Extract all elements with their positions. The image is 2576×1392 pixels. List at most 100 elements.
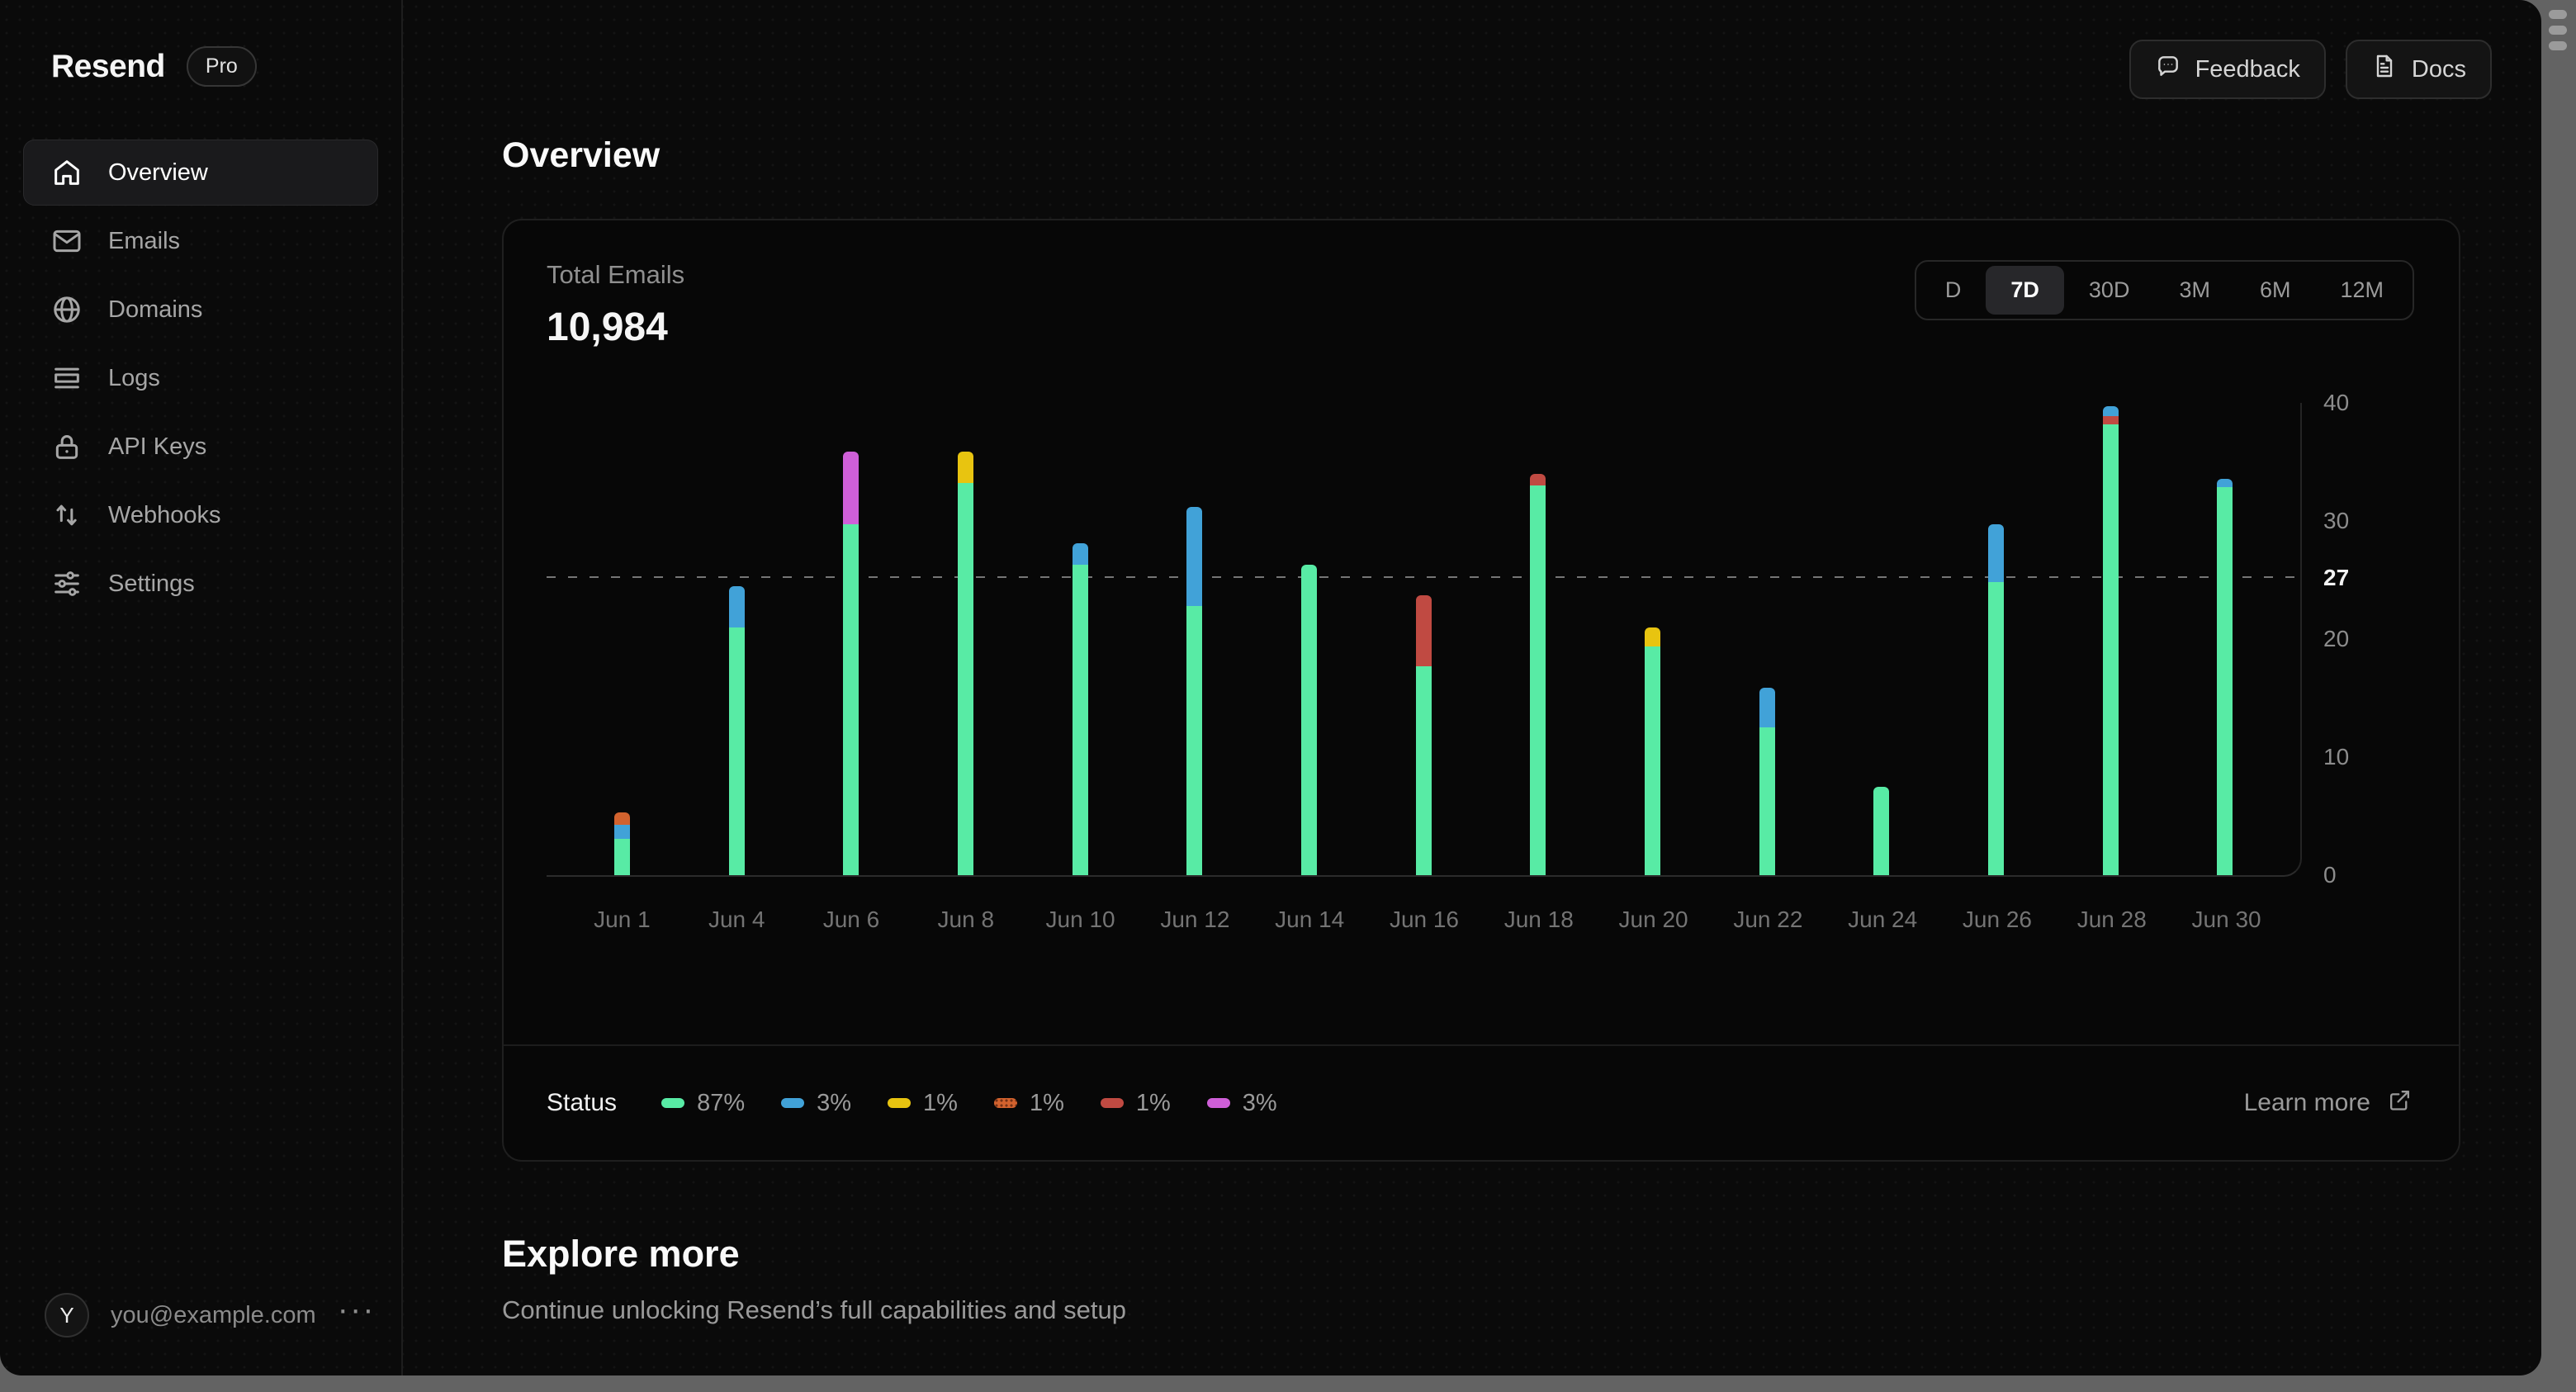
y-tick-label: 20 — [2323, 626, 2350, 651]
x-tick-label: Jun 6 — [822, 907, 880, 932]
x-axis: Jun 1 Jun 4 Jun 6 Jun 8 Jun 10 Jun 12 Jun 14 Ju… — [547, 907, 2302, 933]
app-window: Resend Pro Overview Emails Domains Logs API … — [0, 0, 2541, 1375]
legend-swatch-blue — [781, 1098, 805, 1108]
bar-segment-blue — [613, 824, 630, 839]
arrows-up-down-icon — [50, 499, 83, 532]
range-selector: D 7D 30D 3M 6M 12M — [1914, 260, 2414, 320]
legend-swatch-red — [1100, 1098, 1124, 1108]
brand-logo: Resend — [51, 48, 165, 84]
feedback-button[interactable]: Feedback — [2129, 40, 2326, 99]
metric-value: 10,984 — [547, 305, 668, 349]
legend-percent: 3% — [1242, 1089, 1277, 1116]
bar-jun-6[interactable] — [793, 403, 908, 875]
speech-bubble-icon — [2155, 53, 2181, 86]
docs-button[interactable]: Docs — [2345, 40, 2492, 99]
bar-jun-14[interactable] — [1252, 403, 1366, 875]
external-link-icon — [2387, 1087, 2413, 1120]
sidebar-item-logs[interactable]: Logs — [23, 345, 378, 411]
bar-jun-8[interactable] — [908, 403, 1023, 875]
bar-jun-1[interactable] — [565, 403, 680, 875]
y-tick-label: 10 — [2323, 744, 2350, 769]
bar-jun-28[interactable] — [2053, 403, 2168, 875]
bar-jun-26[interactable] — [1939, 403, 2053, 875]
bar-segment-green — [728, 627, 745, 875]
sliders-icon — [50, 567, 83, 600]
ellipsis-icon[interactable]: ··· — [338, 1293, 376, 1329]
mail-icon — [50, 225, 83, 258]
range-option-d[interactable]: D — [1920, 266, 1986, 315]
sidebar-item-domains[interactable]: Domains — [23, 277, 378, 343]
bar-segment-blue — [2217, 478, 2233, 487]
bar-jun-30[interactable] — [2167, 403, 2282, 875]
sidebar-item-label: Overview — [108, 159, 208, 186]
bar-segment-blue — [1072, 543, 1088, 565]
legend-percent: 1% — [1135, 1089, 1171, 1116]
legend-percent: 1% — [1029, 1089, 1064, 1116]
bar-segment-green — [1759, 727, 1775, 875]
range-option-12m[interactable]: 12M — [2315, 266, 2408, 315]
x-tick-label: Jun 22 — [1733, 907, 1803, 932]
bar-segment-blue — [1987, 524, 2004, 583]
range-option-3m[interactable]: 3M — [2154, 266, 2235, 315]
range-option-6m[interactable]: 6M — [2235, 266, 2316, 315]
topbar: Feedback Docs — [2129, 40, 2492, 99]
scrollbar-handle-dots[interactable] — [2549, 10, 2569, 50]
legend-swatch-green — [661, 1098, 685, 1108]
learn-more-link[interactable]: Learn more — [2244, 1087, 2413, 1120]
plan-badge: Pro — [186, 46, 257, 87]
card-footer: Status 87% 3% 1% 1% 1% 3% Learn more — [504, 1044, 2459, 1160]
bar-segment-yellow — [957, 451, 973, 484]
user-row[interactable]: Y you@example.com ··· — [23, 1293, 378, 1338]
x-tick-label: Jun 30 — [2191, 907, 2261, 932]
legend-item-orange: 1% — [993, 1089, 1064, 1117]
bar-jun-16[interactable] — [1366, 403, 1481, 875]
brand: Resend Pro — [23, 46, 378, 87]
x-tick-label: Jun 14 — [1275, 907, 1345, 932]
x-tick-label: Jun 4 — [708, 907, 765, 932]
x-tick-label: Jun 16 — [1389, 907, 1460, 932]
sidebar: Resend Pro Overview Emails Domains Logs API … — [0, 0, 403, 1375]
sidebar-item-emails[interactable]: Emails — [23, 208, 378, 274]
metric-label: Total Emails — [547, 260, 685, 289]
sidebar-item-webhooks[interactable]: Webhooks — [23, 482, 378, 548]
metric-block: Total Emails 10,984 — [547, 260, 684, 350]
feedback-button-label: Feedback — [2195, 55, 2300, 83]
home-icon — [50, 156, 83, 189]
docs-button-label: Docs — [2411, 55, 2466, 83]
bar-jun-12[interactable] — [1137, 403, 1252, 875]
range-option-30d[interactable]: 30D — [2064, 266, 2155, 315]
explore-title: Explore more — [502, 1233, 740, 1275]
bar-jun-18[interactable] — [1480, 403, 1595, 875]
sidebar-nav: Overview Emails Domains Logs API Keys Webhook… — [23, 140, 378, 617]
x-tick-label: Jun 28 — [2076, 907, 2147, 932]
bar-jun-20[interactable] — [1595, 403, 1710, 875]
sidebar-item-api-keys[interactable]: API Keys — [23, 414, 378, 480]
x-tick-label: Jun 1 — [594, 907, 651, 932]
bar-segment-blue — [1759, 687, 1775, 728]
status-label: Status — [547, 1089, 618, 1116]
bar-segment-blue — [2102, 406, 2119, 416]
sidebar-item-label: Webhooks — [108, 501, 221, 528]
sidebar-item-overview[interactable]: Overview — [23, 140, 378, 206]
sidebar-item-label: Emails — [108, 227, 181, 254]
page-content: Overview Total Emails 10,984 D 7D 30D 3M 6M 1… — [405, 135, 2541, 1325]
legend-swatch-magenta — [1206, 1098, 1230, 1108]
range-option-7d[interactable]: 7D — [1986, 266, 2064, 315]
bar-segment-magenta — [843, 451, 859, 525]
legend-swatch-orange — [993, 1098, 1017, 1108]
card-header: Total Emails 10,984 D 7D 30D 3M 6M 12M — [504, 220, 2459, 350]
reference-line-label: 27 — [2323, 564, 2350, 590]
y-tick-label: 0 — [2323, 862, 2337, 888]
document-icon — [2371, 53, 2398, 86]
x-tick-label: Jun 12 — [1160, 907, 1230, 932]
main-area: Feedback Docs Overview Total Emails 10,9… — [405, 0, 2541, 1375]
bar-jun-24[interactable] — [1824, 403, 1939, 875]
legend-item-yellow: 1% — [888, 1090, 958, 1117]
learn-more-label: Learn more — [2243, 1089, 2370, 1116]
bar-segment-red — [1530, 473, 1546, 486]
bar-jun-22[interactable] — [1710, 403, 1825, 875]
bar-jun-10[interactable] — [1023, 403, 1138, 875]
sidebar-item-settings[interactable]: Settings — [23, 551, 378, 617]
bar-jun-4[interactable] — [680, 403, 794, 875]
bar-segment-green — [1644, 646, 1660, 875]
